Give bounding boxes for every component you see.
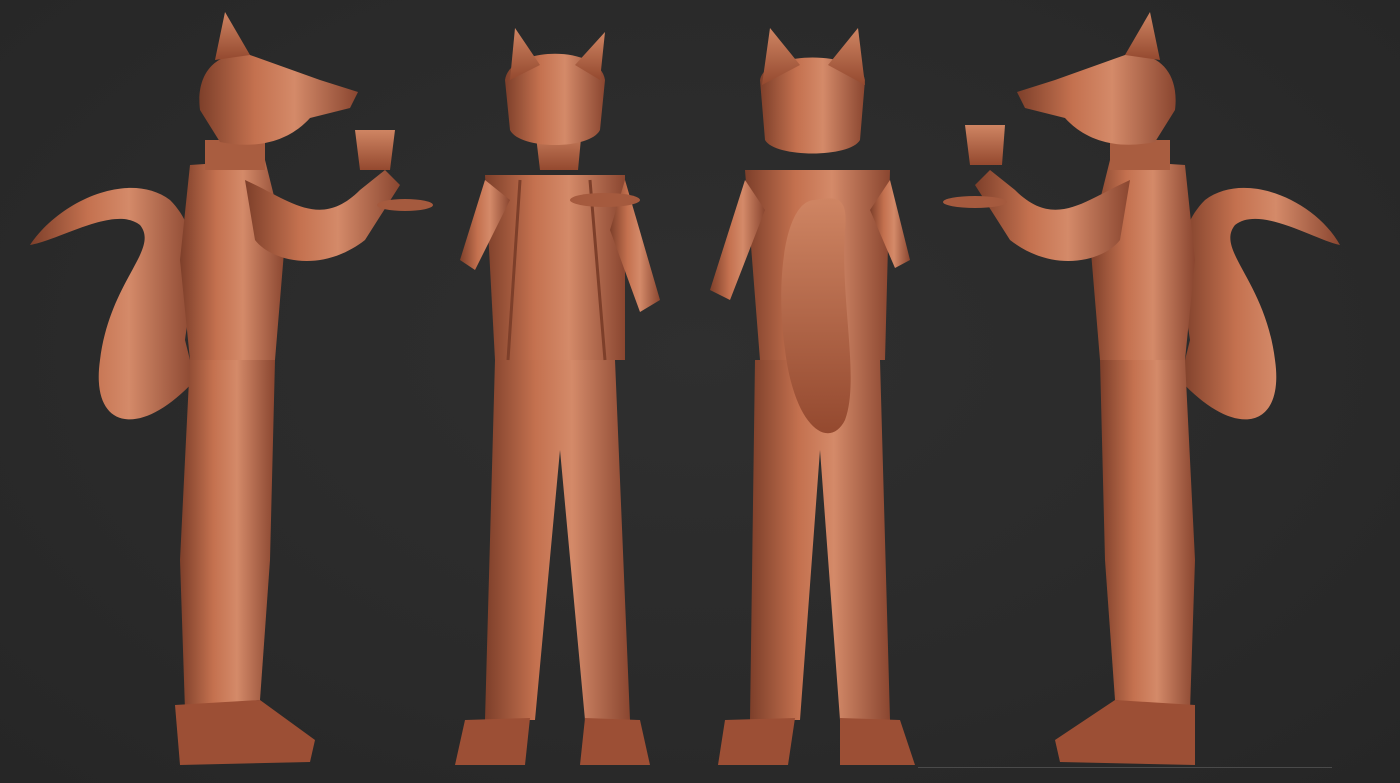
teacup <box>965 125 1005 165</box>
side-view-left-figure <box>30 12 433 765</box>
left-shoe <box>455 718 530 765</box>
floor-line <box>918 767 1332 768</box>
neck <box>205 140 265 170</box>
tail <box>30 187 195 420</box>
torso <box>180 160 285 360</box>
side-view-right-figure <box>943 12 1340 765</box>
legs <box>1100 360 1195 710</box>
legs <box>485 360 630 720</box>
saucer <box>570 193 640 207</box>
ear <box>215 12 250 60</box>
torso <box>1090 160 1195 360</box>
back-view-figure <box>710 28 915 765</box>
saucer <box>943 196 1007 208</box>
right-shoe <box>580 718 650 765</box>
tail <box>1180 187 1340 420</box>
head <box>199 54 358 145</box>
saucer <box>377 199 433 211</box>
sculpt-turnaround-canvas <box>0 0 1400 783</box>
left-shoe <box>718 718 795 765</box>
legs <box>180 360 275 710</box>
neck <box>1110 140 1170 170</box>
right-shoe <box>840 718 915 765</box>
ear <box>1125 12 1160 60</box>
teacup <box>355 130 395 170</box>
shoe <box>1055 700 1195 765</box>
head <box>1017 54 1176 145</box>
shoe <box>175 700 315 765</box>
front-view-figure <box>455 28 660 765</box>
